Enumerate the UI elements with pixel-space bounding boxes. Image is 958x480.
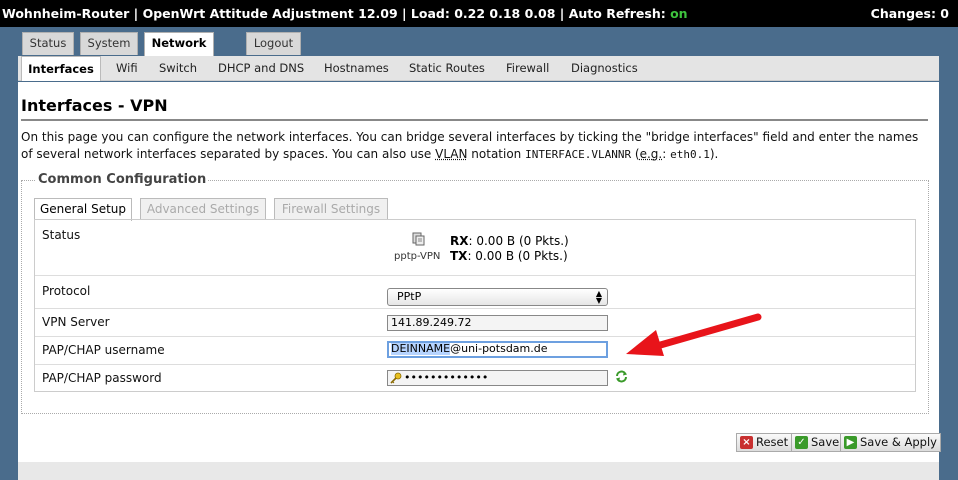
save-label: Save <box>811 435 840 449</box>
row-password: PAP/CHAP password ••••••••••••• <box>35 365 915 392</box>
tx-label: TX <box>450 249 468 263</box>
tab-firewall-settings[interactable]: Firewall Settings <box>274 198 388 220</box>
desc-text-4: : <box>662 147 671 161</box>
tab-logout[interactable]: Logout <box>246 32 301 55</box>
reset-label: Reset <box>756 435 789 449</box>
desc-code-interface: INTERFACE.VLANNR <box>525 148 632 161</box>
traffic-stats: RX: 0.00 B (0 Pkts.) TX: 0.00 B (0 Pkts.… <box>450 234 569 264</box>
row-protocol: Protocol PPtP ▲ ▼ <box>35 276 915 309</box>
changes-counter[interactable]: Changes: 0 <box>871 6 949 21</box>
row-status: Status pptp-VPN RX: 0.00 B (0 Pkts.) TX:… <box>35 220 915 276</box>
username-input[interactable]: DEINNAME@uni-potsdam.de <box>387 341 608 358</box>
protocol-select[interactable]: PPtP ▲ ▼ <box>387 288 608 306</box>
page-title: Interfaces - VPN <box>21 96 168 115</box>
content-panel: Interfaces - VPN On this page you can co… <box>18 82 939 462</box>
vpn-server-input[interactable]: 141.89.249.72 <box>387 315 608 331</box>
status-label: Status <box>42 228 81 242</box>
username-rest-text: @uni-potsdam.de <box>450 342 548 355</box>
reset-button[interactable]: × Reset <box>736 433 793 452</box>
save-apply-label: Save & Apply <box>860 435 937 449</box>
save-button[interactable]: ✓ Save <box>791 433 844 452</box>
row-username: PAP/CHAP username DEINNAME@uni-potsdam.d… <box>35 337 915 365</box>
router-status-title: Wohnheim-Router | OpenWrt Attitude Adjus… <box>2 6 688 21</box>
vpn-server-label: VPN Server <box>42 315 110 329</box>
key-icon <box>390 372 402 384</box>
save-apply-icon: ▶ <box>844 436 857 449</box>
subtab-diagnostics[interactable]: Diagnostics <box>571 56 638 81</box>
subtab-switch[interactable]: Switch <box>159 56 197 81</box>
save-icon: ✓ <box>795 436 808 449</box>
subtab-firewall[interactable]: Firewall <box>506 56 549 81</box>
protocol-label: Protocol <box>42 284 91 298</box>
tab-advanced-settings[interactable]: Advanced Settings <box>140 198 266 220</box>
reset-icon: × <box>740 436 753 449</box>
fieldset-legend: Common Configuration <box>36 172 209 187</box>
reveal-password-icon[interactable] <box>615 370 628 383</box>
rx-label: RX <box>450 234 469 248</box>
rx-value: : 0.00 B (0 Pkts.) <box>468 234 569 248</box>
protocol-selected-value: PPtP <box>397 290 422 303</box>
save-apply-button[interactable]: ▶ Save & Apply <box>840 433 941 452</box>
tab-network[interactable]: Network <box>144 32 214 56</box>
top-bar: Wohnheim-Router | OpenWrt Attitude Adjus… <box>0 0 958 27</box>
password-label: PAP/CHAP password <box>42 371 162 385</box>
eg-abbr: e.g. <box>639 147 663 161</box>
row-vpn-server: VPN Server 141.89.249.72 <box>35 309 915 337</box>
auto-refresh-toggle[interactable]: on <box>670 6 688 21</box>
subtab-static-routes[interactable]: Static Routes <box>409 56 485 81</box>
username-selected-text: DEINNAME <box>391 342 451 355</box>
subtab-hostnames[interactable]: Hostnames <box>324 56 389 81</box>
desc-text-3: ( <box>631 147 640 161</box>
tab-status[interactable]: Status <box>22 32 74 55</box>
interface-name: pptp-VPN <box>394 251 441 262</box>
tab-general-setup[interactable]: General Setup <box>34 198 132 221</box>
subtab-interfaces[interactable]: Interfaces <box>21 56 101 81</box>
network-subnav: Interfaces Wifi Switch DHCP and DNS Host… <box>18 56 939 81</box>
annotation-arrow <box>626 313 762 356</box>
tab-system[interactable]: System <box>80 32 138 55</box>
select-arrows-icon: ▲ ▼ <box>595 289 602 305</box>
vlan-abbr: VLAN <box>435 147 468 161</box>
username-label: PAP/CHAP username <box>42 343 165 357</box>
router-status-text: Wohnheim-Router | OpenWrt Attitude Adjus… <box>2 6 671 21</box>
network-interface-icon <box>412 232 425 246</box>
common-configuration-fieldset: Common Configuration General Setup Advan… <box>21 172 929 414</box>
password-input[interactable]: ••••••••••••• <box>387 370 608 386</box>
desc-code-example: eth0.1 <box>670 148 710 161</box>
general-setup-form: Status pptp-VPN RX: 0.00 B (0 Pkts.) TX:… <box>34 219 916 392</box>
subtab-wifi[interactable]: Wifi <box>116 56 138 81</box>
title-divider <box>21 119 928 121</box>
tx-value: : 0.00 B (0 Pkts.) <box>467 249 568 263</box>
page-description: On this page you can configure the netwo… <box>21 129 931 163</box>
password-masked-value: ••••••••••••• <box>404 371 489 384</box>
desc-text-5: ). <box>709 147 719 161</box>
subtab-dhcp-dns[interactable]: DHCP and DNS <box>218 56 304 81</box>
bottom-strip <box>18 462 939 480</box>
desc-text-2: notation <box>467 147 526 161</box>
